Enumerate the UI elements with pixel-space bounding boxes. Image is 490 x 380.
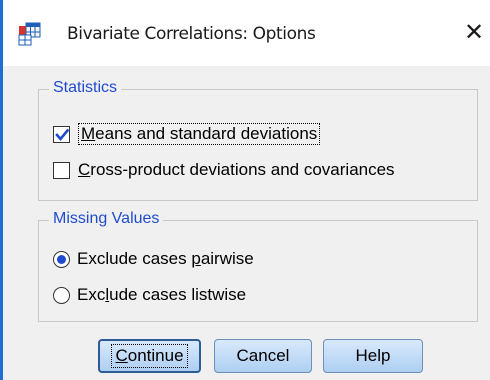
pairwise-radio[interactable] [53,250,70,268]
spss-table-icon [18,22,42,46]
missing-values-legend: Missing Values [49,210,164,228]
window-title: Bivariate Correlations: Options [67,24,316,44]
dialog-buttons: Continue Cancel Help [3,339,490,375]
listwise-label: Exclude cases listwise [77,285,247,304]
means-std-label: Means and standard deviations [78,123,321,145]
crossproduct-checkbox[interactable] [53,161,70,179]
continue-button[interactable]: Continue [98,339,201,373]
listwise-radio[interactable] [53,286,70,304]
close-icon[interactable]: ✕ [459,16,489,48]
crossproduct-label: Cross-product deviations and covariances [78,160,395,179]
means-std-checkbox[interactable] [53,125,70,143]
options-dialog: Bivariate Correlations: Options ✕ Statis… [0,0,490,380]
pairwise-option[interactable]: Exclude cases pairwise [53,247,254,271]
means-std-option[interactable]: Means and standard deviations [53,122,321,146]
cancel-button[interactable]: Cancel [214,339,312,373]
pairwise-label: Exclude cases pairwise [77,249,254,268]
crossproduct-option[interactable]: Cross-product deviations and covariances [53,158,395,182]
missing-values-group: Missing Values Exclude cases pairwise Ex… [38,210,478,322]
statistics-group: Statistics Means and standard deviations… [38,79,478,201]
dialog-body: Statistics Means and standard deviations… [3,66,490,380]
listwise-option[interactable]: Exclude cases listwise [53,283,246,307]
check-icon [55,128,69,141]
statistics-legend: Statistics [49,79,122,97]
title-bar[interactable]: Bivariate Correlations: Options ✕ [3,0,490,66]
help-button[interactable]: Help [323,339,423,373]
